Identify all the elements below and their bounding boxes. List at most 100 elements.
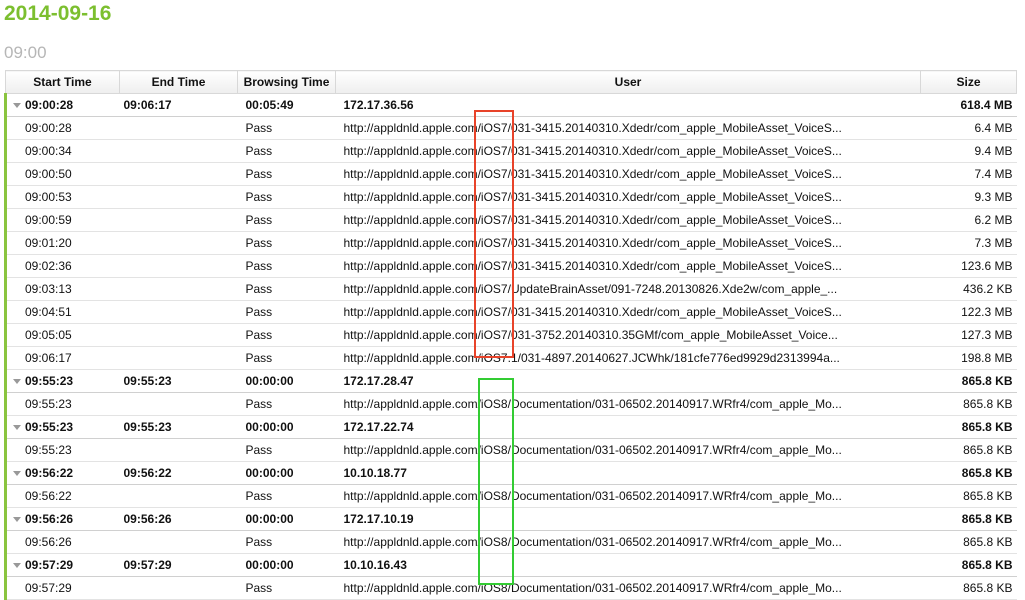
row-end-time [119,116,238,140]
column-header-start-time[interactable]: Start Time [5,70,120,94]
row-url-text: http://appldnld.apple.com/iOS7/031-3415.… [343,190,842,204]
group-row[interactable]: 09:56:22 09:56:22 00:00:00 10.10.18.77 865.8… [4,461,1017,485]
row-end-time [119,484,238,508]
table-row[interactable]: 09:00:59 Pass http://appldnld.apple.com/iO… [4,208,1017,232]
row-browsing-status-text: Pass [245,167,273,181]
row-browsing-status: Pass [237,300,336,324]
row-url: http://appldnld.apple.com/iOS7.1/031-489… [335,346,921,370]
row-browsing-status: Pass [237,277,336,301]
row-start-time-text: 09:01:20 [25,236,72,250]
table-row[interactable]: 09:06:17 Pass http://appldnld.apple.com/iO… [4,346,1017,370]
row-size: 6.2 MB [920,208,1017,232]
group-end-time: 09:55:23 [119,369,238,393]
row-start-time-text: 09:00:34 [25,144,72,158]
table-row[interactable]: 09:57:29 Pass http://appldnld.apple.com/iO… [4,576,1017,600]
group-row[interactable]: 09:55:23 09:55:23 00:00:00 172.17.28.47 865.… [4,369,1017,393]
collapse-triangle-icon[interactable] [13,103,21,109]
row-size-text: 122.3 MB [961,305,1013,319]
group-start-time-text: 09:57:29 [25,558,74,572]
row-url-text: http://appldnld.apple.com/iOS8/Documenta… [343,397,842,411]
report-date-title: 2014-09-16 [4,2,112,25]
table-row[interactable]: 09:05:05 Pass http://appldnld.apple.com/iO… [4,323,1017,347]
column-header-user[interactable]: User [335,70,921,94]
row-url-text: http://appldnld.apple.com/iOS7.1/031-489… [343,351,840,365]
table-row[interactable]: 09:55:23 Pass http://appldnld.apple.com/iO… [4,438,1017,462]
group-size: 865.8 KB [920,415,1017,439]
row-size-text: 9.4 MB [974,144,1013,158]
row-browsing-status: Pass [237,231,336,255]
table-row[interactable]: 09:00:50 Pass http://appldnld.apple.com/iO… [4,162,1017,186]
column-header-end-time[interactable]: End Time [119,70,238,94]
row-size-text: 7.3 MB [974,236,1013,250]
table-body: 09:00:28 09:06:17 00:05:49 172.17.36.56 618.… [4,93,1017,600]
collapse-triangle-icon[interactable] [13,563,21,569]
row-browsing-status: Pass [237,139,336,163]
row-size-text: 6.4 MB [974,121,1013,135]
browsing-log-table: Start Time End Time Browsing Time User S… [4,70,1017,600]
group-row[interactable]: 09:00:28 09:06:17 00:05:49 172.17.36.56 618.… [4,93,1017,117]
group-start-time: 09:56:26 [4,507,120,531]
row-url: http://appldnld.apple.com/iOS7/031-3415.… [335,139,921,163]
group-row[interactable]: 09:57:29 09:57:29 00:00:00 10.10.16.43 865.8… [4,553,1017,577]
row-start-time-text: 09:56:22 [25,489,72,503]
table-row[interactable]: 09:00:53 Pass http://appldnld.apple.com/iO… [4,185,1017,209]
row-start-time: 09:55:23 [4,438,120,462]
row-start-time: 09:02:36 [4,254,120,278]
table-row[interactable]: 09:02:36 Pass http://appldnld.apple.com/iO… [4,254,1017,278]
group-row[interactable]: 09:56:26 09:56:26 00:00:00 172.17.10.19 865.… [4,507,1017,531]
row-size: 865.8 KB [920,576,1017,600]
row-end-time [119,208,238,232]
row-size: 122.3 MB [920,300,1017,324]
row-url: http://appldnld.apple.com/iOS8/Documenta… [335,484,921,508]
row-start-time: 09:05:05 [4,323,120,347]
table-row[interactable]: 09:56:26 Pass http://appldnld.apple.com/iO… [4,530,1017,554]
table-row[interactable]: 09:00:28 Pass http://appldnld.apple.com/iO… [4,116,1017,140]
row-url: http://appldnld.apple.com/iOS7/031-3415.… [335,116,921,140]
group-start-time-text: 09:56:22 [25,466,74,480]
row-size: 865.8 KB [920,484,1017,508]
row-size: 9.4 MB [920,139,1017,163]
collapse-triangle-icon[interactable] [13,517,21,523]
group-user-ip-text: 172.17.10.19 [343,512,414,526]
table-row[interactable]: 09:04:51 Pass http://appldnld.apple.com/iO… [4,300,1017,324]
table-row[interactable]: 09:00:34 Pass http://appldnld.apple.com/iO… [4,139,1017,163]
row-start-time: 09:00:50 [4,162,120,186]
column-header-browsing-time[interactable]: Browsing Time [237,70,336,94]
column-header-size[interactable]: Size [920,70,1017,94]
row-url-text: http://appldnld.apple.com/iOS8/Documenta… [343,489,842,503]
group-row[interactable]: 09:55:23 09:55:23 00:00:00 172.17.22.74 865.… [4,415,1017,439]
row-start-time-text: 09:02:36 [25,259,72,273]
row-end-time [119,162,238,186]
row-size: 123.6 MB [920,254,1017,278]
table-row[interactable]: 09:03:13 Pass http://appldnld.apple.com/iO… [4,277,1017,301]
group-user-ip-text: 10.10.18.77 [343,466,407,480]
row-url: http://appldnld.apple.com/iOS7/031-3415.… [335,231,921,255]
group-browsing-time: 00:00:00 [237,507,336,531]
row-url: http://appldnld.apple.com/iOS8/Documenta… [335,576,921,600]
row-size-text: 6.2 MB [974,213,1013,227]
collapse-triangle-icon[interactable] [13,471,21,477]
table-row[interactable]: 09:56:22 Pass http://appldnld.apple.com/iO… [4,484,1017,508]
table-header: Start Time End Time Browsing Time User S… [5,70,1017,94]
table-row[interactable]: 09:55:23 Pass http://appldnld.apple.com/iO… [4,392,1017,416]
row-start-time: 09:55:23 [4,392,120,416]
row-url-text: http://appldnld.apple.com/iOS7/031-3415.… [343,167,842,181]
collapse-triangle-icon[interactable] [13,425,21,431]
row-browsing-status-text: Pass [245,282,273,296]
row-start-time: 09:56:26 [4,530,120,554]
group-browsing-time: 00:05:49 [237,93,336,117]
report-hour-title: 09:00 [4,43,47,62]
collapse-triangle-icon[interactable] [13,379,21,385]
group-size-text: 865.8 KB [961,466,1013,480]
group-browsing-time-text: 00:05:49 [245,98,294,112]
row-browsing-status: Pass [237,116,336,140]
row-start-time-text: 09:03:13 [25,282,72,296]
group-user-ip: 10.10.16.43 [335,553,921,577]
row-size-text: 198.8 MB [961,351,1013,365]
group-start-time: 09:55:23 [4,369,120,393]
row-start-time-text: 09:55:23 [25,397,72,411]
group-user-ip-text: 172.17.28.47 [343,374,414,388]
row-end-time [119,254,238,278]
group-start-time: 09:00:28 [4,93,120,117]
table-row[interactable]: 09:01:20 Pass http://appldnld.apple.com/iO… [4,231,1017,255]
